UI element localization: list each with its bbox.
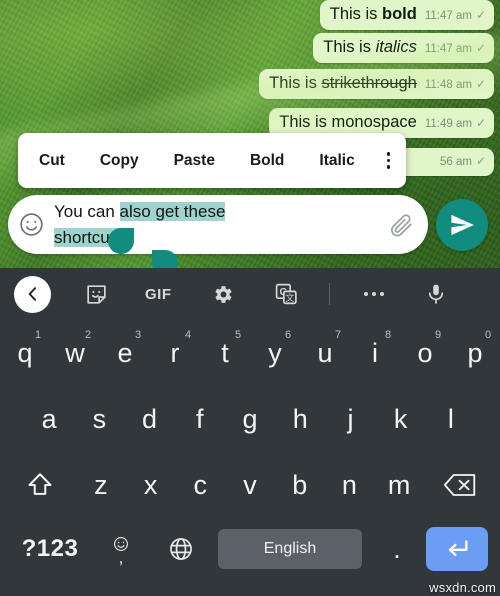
message-composer-bar[interactable]: You can also get these shortcuts: [8, 195, 428, 254]
send-icon: [451, 214, 474, 236]
key-p-number: 0: [484, 329, 492, 341]
keyboard-row-asdf: a s d f g h j k l: [0, 386, 500, 452]
shift-icon[interactable]: [4, 452, 76, 518]
delivery-tick-icon: ✓: [475, 77, 486, 91]
key-o-number: 9: [434, 329, 442, 341]
send-button[interactable]: [436, 199, 488, 251]
key-z[interactable]: z: [76, 452, 126, 518]
key-q[interactable]: q1: [0, 320, 50, 386]
svg-text:文: 文: [285, 291, 294, 302]
key-y[interactable]: y6: [250, 320, 300, 386]
keyboard-key-rows: q1 w2 e3 r4 t5 y6 u7 i8 o9 p0 a s d f g …: [0, 320, 500, 580]
composer-selected-text-1: also get these: [119, 201, 226, 221]
symbols-key[interactable]: ?123: [8, 535, 92, 563]
key-f[interactable]: f: [175, 386, 225, 452]
key-s[interactable]: s: [74, 386, 124, 452]
emoji-comma-key[interactable]: ,: [92, 536, 150, 567]
key-a[interactable]: a: [24, 386, 74, 452]
context-menu-item-bold[interactable]: Bold: [249, 152, 285, 170]
globe-icon[interactable]: [150, 536, 212, 562]
delivery-tick-icon: ✓: [475, 41, 486, 55]
composer-plain-text: You can: [54, 201, 120, 221]
context-menu-item-copy[interactable]: Copy: [99, 152, 140, 170]
microphone-icon[interactable]: [424, 282, 448, 306]
selection-handle-start[interactable]: [108, 228, 134, 254]
message-text: This is italics: [323, 38, 417, 56]
key-d[interactable]: d: [124, 386, 174, 452]
key-h[interactable]: h: [275, 386, 325, 452]
phone-screen: This is bold 11:47 am ✓ This is italics …: [0, 0, 500, 596]
message-bubble-strikethrough[interactable]: This is strikethrough 11:48 am ✓: [259, 69, 494, 99]
composer-line-1: You can also get these: [54, 199, 382, 225]
key-l[interactable]: l: [426, 386, 476, 452]
gear-icon[interactable]: [211, 283, 234, 306]
message-time: 11:48 am: [424, 79, 472, 91]
key-r[interactable]: r4: [150, 320, 200, 386]
delivery-tick-icon: ✓: [475, 8, 486, 22]
delivery-tick-icon: ✓: [475, 116, 486, 130]
keyboard-row-zxcv: z x c v b n m: [0, 452, 500, 518]
translate-icon[interactable]: G 文: [274, 282, 299, 307]
toolbar-divider: [328, 283, 330, 305]
context-menu-item-paste[interactable]: Paste: [173, 152, 216, 170]
message-text: This is monospace: [279, 113, 417, 131]
text-selection-context-menu[interactable]: Cut Copy Paste Bold Italic: [18, 133, 406, 188]
key-i[interactable]: i8: [350, 320, 400, 386]
message-input[interactable]: You can also get these shortcuts: [54, 195, 382, 254]
message-text: This is strikethrough: [269, 74, 417, 92]
on-screen-keyboard: GIF G 文: [0, 268, 500, 596]
key-i-number: 8: [384, 329, 392, 341]
key-u[interactable]: u7: [300, 320, 350, 386]
key-p[interactable]: p0: [450, 320, 500, 386]
keyboard-row-bottom: ?123 , English .: [0, 518, 500, 580]
message-time: 11:47 am: [424, 43, 472, 55]
key-y-number: 6: [284, 329, 292, 341]
keyboard-toolbar: GIF G 文: [0, 268, 500, 320]
more-dots-icon[interactable]: [363, 292, 384, 296]
key-t-number: 5: [234, 329, 242, 341]
composer-line-2: shortcuts: [54, 225, 382, 251]
gif-button[interactable]: GIF: [145, 286, 172, 303]
key-n[interactable]: n: [325, 452, 375, 518]
back-chevron-icon[interactable]: [14, 275, 51, 313]
watermark: wsxdn.com: [429, 580, 496, 595]
enter-icon: [448, 540, 468, 556]
message-time: 11:49 am: [424, 118, 472, 130]
key-c[interactable]: c: [175, 452, 225, 518]
backspace-icon[interactable]: [424, 452, 496, 518]
message-bubble-italics[interactable]: This is italics 11:47 am ✓: [313, 33, 494, 63]
context-menu-item-cut[interactable]: Cut: [38, 152, 66, 170]
key-b[interactable]: b: [275, 452, 325, 518]
key-q-number: 1: [34, 329, 42, 341]
key-u-number: 7: [334, 329, 342, 341]
enter-key[interactable]: [426, 527, 488, 571]
space-key[interactable]: English: [218, 529, 362, 569]
sticker-icon[interactable]: [84, 282, 109, 307]
key-e-number: 3: [134, 329, 142, 341]
key-r-number: 4: [184, 329, 192, 341]
key-g[interactable]: g: [225, 386, 275, 452]
message-time: 56 am: [439, 156, 472, 168]
key-w-number: 2: [84, 329, 92, 341]
context-menu-item-italic[interactable]: Italic: [318, 152, 355, 170]
key-t[interactable]: t5: [200, 320, 250, 386]
key-j[interactable]: j: [325, 386, 375, 452]
overflow-menu-icon[interactable]: [386, 152, 390, 169]
key-w[interactable]: w2: [50, 320, 100, 386]
key-m[interactable]: m: [374, 452, 424, 518]
key-x[interactable]: x: [126, 452, 176, 518]
key-k[interactable]: k: [376, 386, 426, 452]
emoji-icon[interactable]: [8, 211, 54, 238]
message-bubble-bold[interactable]: This is bold 11:47 am ✓: [319, 0, 494, 30]
message-time: 11:47 am: [424, 10, 472, 22]
paperclip-icon[interactable]: [382, 212, 422, 238]
message-text: This is bold: [329, 5, 417, 23]
comma-label: ,: [118, 548, 124, 567]
keyboard-row-qwerty: q1 w2 e3 r4 t5 y6 u7 i8 o9 p0: [0, 320, 500, 386]
key-o[interactable]: o9: [400, 320, 450, 386]
key-v[interactable]: v: [225, 452, 275, 518]
key-e[interactable]: e3: [100, 320, 150, 386]
delivery-tick-icon: ✓: [475, 154, 486, 168]
period-key[interactable]: .: [368, 534, 426, 565]
